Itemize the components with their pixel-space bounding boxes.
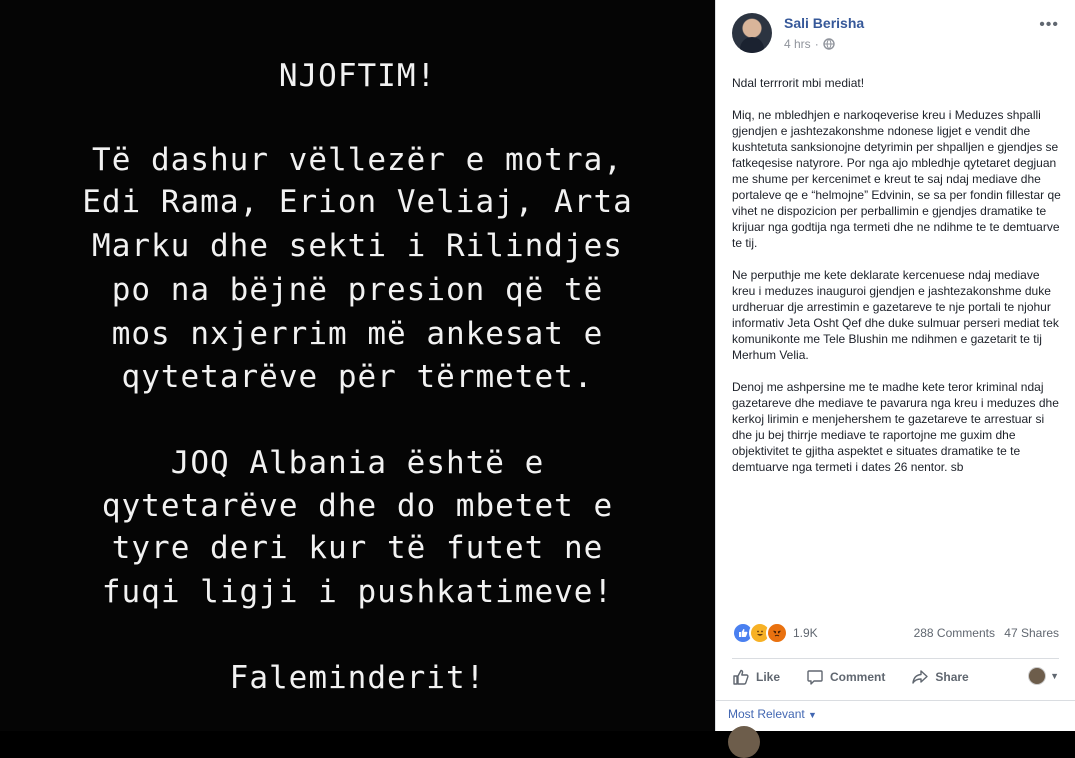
image-text-line: JOQ Albania është e	[170, 445, 545, 481]
post-paragraph: Ne perputhje me kete deklarate kercenues…	[732, 268, 1059, 362]
image-text-line: Faleminderit!	[229, 660, 486, 696]
image-text-line: Të dashur vëllezër e motra,	[92, 142, 623, 178]
image-text-line: NJOFTIM!	[278, 58, 437, 94]
comment-filter-label: Most Relevant	[728, 707, 805, 721]
engagement-counts: 288 Comments 47 Shares	[908, 626, 1059, 640]
comment-button[interactable]: Comment	[806, 668, 885, 686]
image-text-line: tyre deri kur të futet ne	[111, 530, 604, 566]
action-bar: Like Comment Share ▼	[732, 658, 1059, 693]
image-text-line: Edi Rama, Erion Veliaj, Arta	[82, 184, 633, 220]
post-body: Ndal terrrorit mbi mediat! Miq, ne mbled…	[732, 75, 1064, 491]
chevron-down-icon: ▼	[1050, 671, 1059, 681]
image-text-line: fuqi ligji i pushkatimeve!	[101, 574, 614, 610]
reaction-count[interactable]: 1.9K	[793, 626, 818, 640]
share-label: Share	[935, 670, 969, 684]
image-text-line: mos nxjerrim më ankesat e	[111, 316, 604, 352]
author-avatar[interactable]	[732, 13, 772, 53]
image-text-line: Marku dhe sekti i Rilindjes	[92, 228, 623, 264]
shares-count[interactable]: 47 Shares	[1004, 626, 1059, 640]
post-paragraph: Miq, ne mbledhjen e narkoqeverise kreu i…	[732, 108, 1061, 250]
like-button[interactable]: Like	[732, 668, 780, 686]
comment-label: Comment	[830, 670, 886, 684]
like-label: Like	[756, 670, 781, 684]
share-button[interactable]: Share	[911, 668, 969, 686]
post-meta: 4 hrs ·	[784, 37, 835, 51]
post-paragraph: Ndal terrrorit mbi mediat!	[732, 76, 865, 90]
comment-icon	[807, 670, 823, 685]
reactions-summary[interactable]: 1.9K	[732, 622, 818, 644]
comment-filter-dropdown[interactable]: Most Relevant ▼	[716, 700, 1075, 727]
post-image[interactable]: NJOFTIM! Të dashur vëllezër e motra, Edi…	[0, 0, 715, 731]
globe-icon[interactable]	[822, 38, 835, 50]
thumbs-up-icon	[733, 669, 749, 685]
share-icon	[912, 670, 929, 684]
image-text-line: qytetarëve dhe do mbetet e	[101, 488, 614, 524]
post-sidebar: Sali Berisha 4 hrs · ••• Ndal terrrorit …	[715, 0, 1075, 758]
comments-count[interactable]: 288 Comments	[914, 626, 995, 640]
image-text-line: po na bëjnë presion që të	[111, 272, 604, 308]
caret-down-icon: ▼	[808, 710, 817, 720]
author-name[interactable]: Sali Berisha	[784, 15, 864, 31]
post-paragraph: Denoj me ashpersine me te madhe kete ter…	[732, 380, 1059, 474]
more-options-icon[interactable]: •••	[1039, 16, 1059, 34]
image-text-line: qytetarëve për tërmetet.	[121, 359, 594, 395]
profile-avatar	[1028, 667, 1047, 685]
post-timestamp[interactable]: 4 hrs	[784, 37, 811, 51]
angry-icon	[766, 622, 788, 644]
react-as-selector[interactable]: ▼	[1028, 667, 1059, 685]
meta-separator: ·	[814, 37, 819, 51]
